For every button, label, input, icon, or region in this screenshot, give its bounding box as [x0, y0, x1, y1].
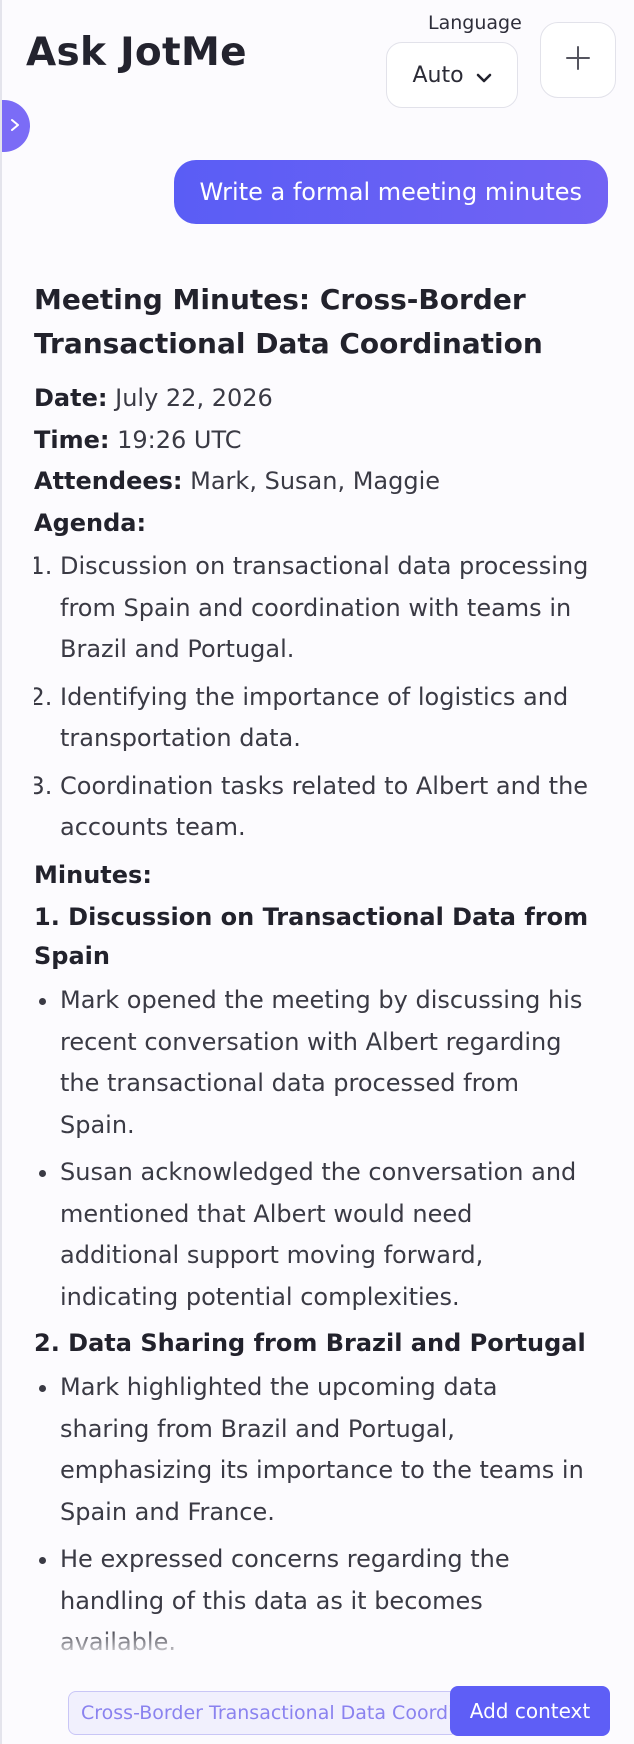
language-select[interactable]: Auto	[386, 42, 518, 108]
date-value: July 22, 2026	[115, 384, 273, 412]
attendees-line: Attendees: Mark, Susan, Maggie	[34, 461, 594, 503]
app-title: Ask JotMe	[26, 30, 247, 75]
date-label: Date:	[34, 384, 108, 412]
context-input[interactable]: Cross-Border Transactional Data Coordina…	[68, 1691, 458, 1735]
attendees-value: Mark, Susan, Maggie	[190, 467, 441, 495]
agenda-item: Identifying the importance of logistics …	[60, 677, 594, 760]
section-bullets: Mark highlighted the upcoming data shari…	[34, 1367, 594, 1658]
agenda-item: Coordination tasks related to Albert and…	[60, 766, 594, 849]
bullet-item: Susan acknowledged the conversation and …	[60, 1152, 594, 1318]
user-message-bubble: Write a formal meeting minutes	[173, 160, 608, 224]
section-bullets: Mark opened the meeting by discussing hi…	[34, 980, 594, 1318]
language-label: Language	[428, 12, 522, 34]
language-value: Auto	[412, 62, 464, 88]
add-context-button[interactable]: Add context	[450, 1686, 610, 1736]
agenda-label: Agenda:	[34, 508, 147, 537]
jotme-panel: Ask JotMe Language Auto Write a formal m…	[0, 0, 634, 1744]
plus-icon	[565, 45, 591, 75]
sidebar-toggle-button[interactable]	[2, 100, 30, 152]
time-value: 19:26 UTC	[117, 425, 242, 454]
section-heading: 1. Discussion on Transactional Data from…	[34, 903, 589, 970]
agenda-list: Discussion on transactional data process…	[34, 546, 594, 849]
context-footer: Cross-Border Transactional Data Coordina…	[2, 1660, 634, 1744]
section-heading: 2. Data Sharing from Brazil and Portugal	[34, 1329, 586, 1357]
time-line: Time: 19:26 UTC	[34, 420, 594, 462]
agenda-item: Discussion on transactional data process…	[60, 546, 594, 671]
time-label: Time:	[34, 425, 110, 454]
new-chat-button[interactable]	[540, 22, 616, 98]
chevron-down-icon	[476, 67, 492, 83]
date-line: Date: July 22, 2026	[34, 378, 594, 420]
bullet-item: Mark opened the meeting by discussing hi…	[60, 980, 594, 1146]
assistant-response: Meeting Minutes: Cross-Border Transactio…	[34, 278, 594, 1658]
minutes-title: Meeting Minutes: Cross-Border Transactio…	[34, 283, 543, 360]
bullet-item: Mark highlighted the upcoming data shari…	[60, 1367, 594, 1533]
attendees-label: Attendees:	[34, 467, 183, 495]
minutes-label: Minutes:	[34, 860, 152, 889]
chevron-right-icon	[10, 117, 20, 136]
scroll-fade	[34, 1628, 594, 1658]
